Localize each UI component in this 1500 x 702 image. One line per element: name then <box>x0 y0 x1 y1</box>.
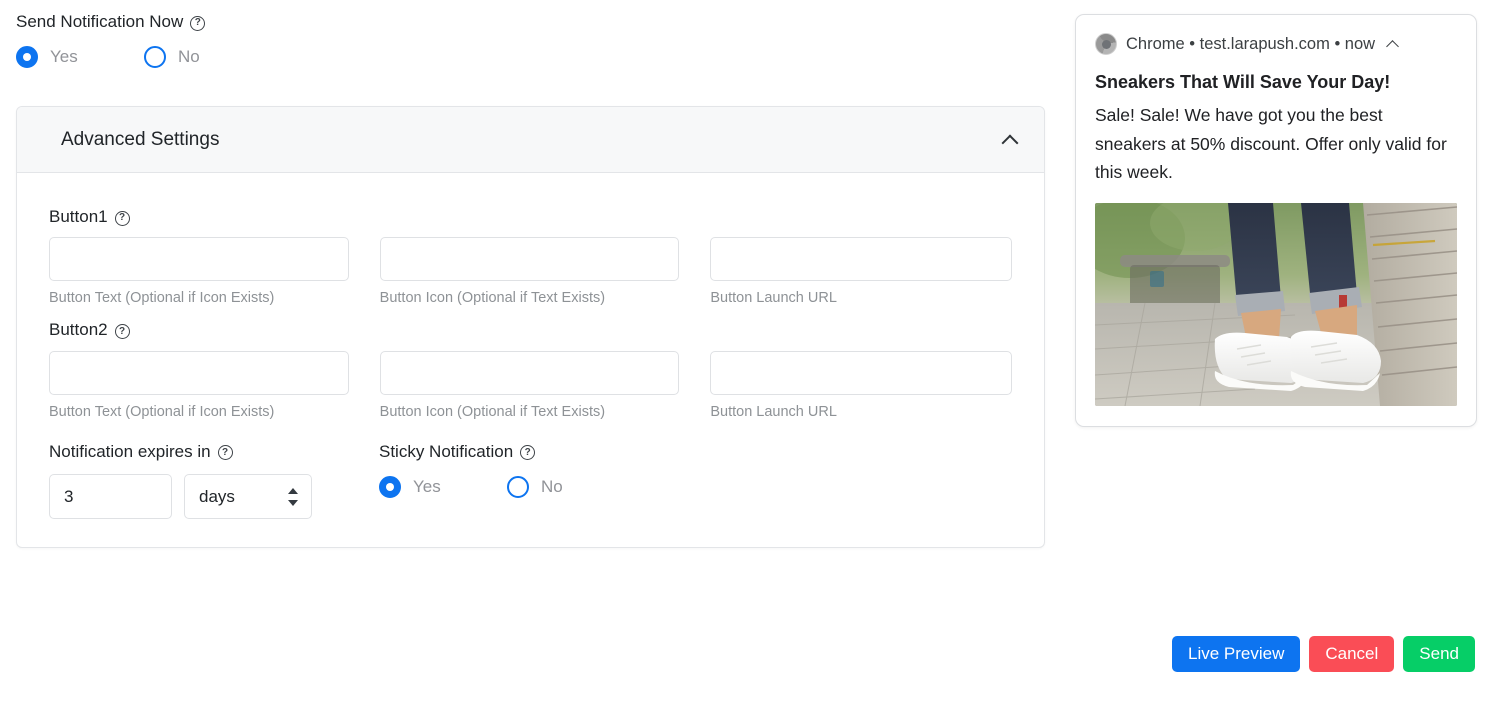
advanced-settings-body: Button1 ? Button Text (Optional if Icon … <box>17 173 1044 547</box>
expiry-controls: days <box>49 474 379 520</box>
button1-text-input[interactable] <box>49 237 349 282</box>
button2-text-input[interactable] <box>49 350 349 395</box>
send-now-option-no[interactable]: No <box>144 46 200 69</box>
notification-image <box>1095 203 1457 407</box>
radio-no-label: No <box>541 477 563 497</box>
button2-text-cell: Button Text (Optional if Icon Exists) <box>49 350 349 420</box>
help-circle-icon[interactable]: ? <box>114 210 130 226</box>
button1-icon-hint: Button Icon (Optional if Text Exists) <box>379 290 606 307</box>
sticky-section: Sticky Notification ? Yes No <box>379 442 779 519</box>
expiry-value-input[interactable] <box>49 474 172 520</box>
button1-url-input[interactable] <box>710 237 1013 282</box>
chevron-up-icon[interactable] <box>1387 38 1400 51</box>
radio-yes-selected[interactable] <box>379 476 401 499</box>
radio-yes-label: Yes <box>413 477 441 497</box>
send-now-label: Send Notification Now ? <box>16 12 1060 32</box>
action-buttons: Live Preview Cancel Send <box>1172 636 1475 672</box>
button2-label: Button2 ? <box>49 320 1012 340</box>
button2-icon-input[interactable] <box>379 350 680 395</box>
notification-title: Sneakers That Will Save Your Day! <box>1095 72 1391 92</box>
send-button[interactable]: Send <box>1403 636 1475 672</box>
button1-url-cell: Button Launch URL <box>710 237 1013 307</box>
notification-source-row: Chrome • test.larapush.com • now <box>1095 33 1457 55</box>
send-now-option-yes[interactable]: Yes <box>16 46 144 69</box>
advanced-settings-panel: Advanced Settings Button1 ? Button Text … <box>16 106 1045 549</box>
notification-body: Sale! Sale! We have got you the best sne… <box>1095 105 1447 183</box>
sticky-radio-group: Yes No <box>379 476 779 499</box>
button2-label-text: Button2 <box>49 320 108 340</box>
button1-label-text: Button1 <box>49 207 108 226</box>
white-sneakers-photo <box>1095 203 1457 407</box>
expiry-unit-select[interactable]: days <box>184 474 312 520</box>
radio-no-unselected[interactable] <box>507 476 529 499</box>
radio-no-unselected[interactable] <box>144 46 166 69</box>
advanced-settings-header[interactable]: Advanced Settings <box>17 107 1044 173</box>
send-now-radio-group: Yes No <box>16 46 1060 69</box>
button2-icon-cell: Button Icon (Optional if Text Exists) <box>379 350 680 420</box>
radio-yes-selected[interactable] <box>16 46 38 69</box>
button1-icon-cell: Button Icon (Optional if Text Exists) <box>379 237 680 307</box>
sticky-option-yes[interactable]: Yes <box>379 476 507 499</box>
cancel-button[interactable]: Cancel <box>1309 636 1395 672</box>
chrome-icon <box>1095 33 1117 55</box>
expiry-label-text: Notification expires in <box>49 441 211 461</box>
button1-text-cell: Button Text (Optional if Icon Exists) <box>49 237 349 306</box>
expiry-sticky-row: Notification expires in ? days Sticky No… <box>49 442 1012 520</box>
button2-text-hint: Button Text (Optional if Icon Exists) <box>49 403 275 420</box>
button2-icon-hint: Button Icon (Optional if Text Exists) <box>379 403 606 420</box>
button2-url-hint: Button Launch URL <box>710 403 837 420</box>
notification-source-text: Chrome • test.larapush.com • now <box>1126 34 1376 53</box>
expiry-label: Notification expires in ? <box>49 442 379 462</box>
button1-text-hint: Button Text (Optional if Icon Exists) <box>49 290 275 307</box>
chevron-up-icon[interactable] <box>1002 132 1018 148</box>
advanced-settings-title: Advanced Settings <box>61 128 220 150</box>
button2-inputs-row: Button Text (Optional if Icon Exists) Bu… <box>49 350 1013 420</box>
button1-label: Button1 ? <box>49 207 1012 227</box>
help-circle-icon[interactable]: ? <box>217 445 233 461</box>
button2-url-input[interactable] <box>710 350 1013 395</box>
button1-url-hint: Button Launch URL <box>710 290 837 307</box>
help-circle-icon[interactable]: ? <box>114 324 130 340</box>
stepper-arrows-icon[interactable] <box>288 487 298 506</box>
radio-no-label: No <box>178 47 200 67</box>
page-root: Send Notification Now ? Yes No Advanced … <box>0 0 1500 702</box>
notification-preview-card: Chrome • test.larapush.com • now Sneaker… <box>1075 14 1477 428</box>
live-preview-button[interactable]: Live Preview <box>1172 636 1301 672</box>
button1-inputs-row: Button Text (Optional if Icon Exists) Bu… <box>49 237 1013 307</box>
sticky-label: Sticky Notification ? <box>379 442 779 462</box>
sticky-label-text: Sticky Notification <box>379 441 514 461</box>
button2-url-cell: Button Launch URL <box>710 350 1013 420</box>
help-circle-icon[interactable]: ? <box>190 15 206 31</box>
expiry-section: Notification expires in ? days <box>49 442 379 520</box>
send-now-label-text: Send Notification Now <box>16 12 184 31</box>
radio-yes-label: Yes <box>50 47 78 67</box>
button1-icon-input[interactable] <box>379 237 680 282</box>
help-circle-icon[interactable]: ? <box>520 445 536 461</box>
sticky-option-no[interactable]: No <box>507 476 563 499</box>
send-now-section: Send Notification Now ? Yes No <box>0 0 1060 69</box>
